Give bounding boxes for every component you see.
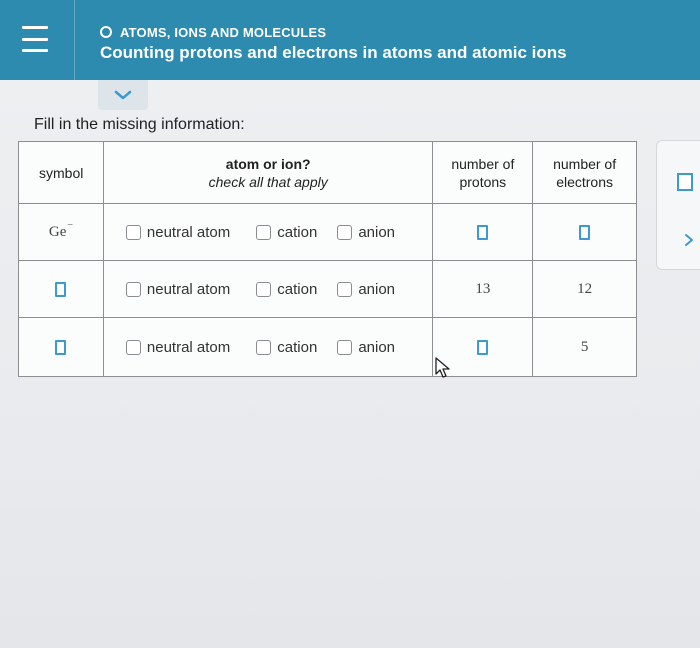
cation-checkbox[interactable] — [256, 224, 272, 240]
header-electrons-line2: electrons — [556, 173, 613, 190]
neutral-atom-label: neutral atom — [146, 280, 231, 298]
neutral-atom-option[interactable]: neutral atom — [125, 280, 231, 298]
electrons-value: 5 — [580, 338, 589, 355]
electrons-cell: 12 — [532, 260, 637, 318]
instruction-text: Fill in the missing information: — [34, 116, 245, 133]
header-protons-line1: number of — [451, 155, 515, 172]
header-electrons: number of electrons — [532, 141, 637, 204]
header-protons: number of protons — [432, 141, 534, 204]
header-divider — [74, 0, 75, 80]
symbol-text: Ge — [48, 223, 67, 240]
choice-cell: neutral atom cation anion — [102, 260, 434, 318]
cation-checkbox[interactable] — [256, 339, 272, 355]
symbol-cell — [18, 317, 104, 377]
anion-checkbox[interactable] — [337, 281, 353, 297]
anion-option[interactable]: anion — [337, 339, 395, 356]
cation-label: cation — [277, 280, 318, 298]
anion-label: anion — [358, 223, 396, 241]
anion-label: anion — [358, 338, 396, 356]
neutral-atom-checkbox[interactable] — [125, 339, 141, 355]
header-bar: ATOMS, IONS AND MOLECULES Counting proto… — [0, 0, 700, 80]
symbol-input[interactable] — [55, 339, 67, 355]
cation-option[interactable]: cation — [256, 224, 317, 241]
hamburger-menu-icon[interactable] — [22, 26, 48, 52]
anion-option[interactable]: anion — [337, 224, 395, 241]
neutral-atom-checkbox[interactable] — [125, 281, 141, 297]
protons-cell — [432, 203, 534, 261]
header-protons-line2: protons — [459, 173, 507, 190]
table-header-row: symbol atom or ion? check all that apply… — [18, 141, 637, 204]
anion-checkbox[interactable] — [337, 224, 353, 240]
anion-checkbox[interactable] — [337, 339, 353, 355]
side-input-box[interactable] — [677, 173, 693, 191]
protons-input[interactable] — [477, 339, 489, 355]
mouse-pointer-icon — [435, 357, 450, 378]
cation-checkbox[interactable] — [256, 281, 272, 297]
answer-table: symbol atom or ion? check all that apply… — [18, 141, 637, 377]
anion-label: anion — [358, 280, 396, 298]
protons-cell: 13 — [432, 260, 534, 318]
cation-option[interactable]: cation — [256, 339, 317, 356]
cation-label: cation — [277, 223, 318, 241]
cation-label: cation — [277, 338, 318, 356]
circle-icon — [100, 26, 112, 38]
protons-value: 13 — [475, 280, 491, 297]
neutral-atom-checkbox[interactable] — [125, 224, 141, 240]
neutral-atom-label: neutral atom — [146, 338, 231, 356]
choice-cell: neutral atom cation anion — [102, 317, 434, 377]
neutral-atom-option[interactable]: neutral atom — [125, 338, 231, 356]
protons-input[interactable] — [477, 224, 489, 240]
collapse-toggle-button[interactable] — [98, 80, 148, 110]
chevron-down-icon — [114, 90, 132, 100]
header-symbol: symbol — [18, 141, 104, 204]
cation-option[interactable]: cation — [256, 281, 317, 298]
table-row: Ge− neutral atom cation anion — [18, 203, 637, 261]
side-tools-panel[interactable] — [656, 140, 700, 270]
header-check-all: check all that apply — [208, 173, 328, 190]
electrons-cell: 5 — [532, 317, 637, 377]
table-row: neutral atom cation anion 5 — [18, 317, 637, 377]
neutral-atom-label: neutral atom — [146, 223, 231, 241]
symbol-cell: Ge− — [18, 203, 104, 261]
table-row: neutral atom cation anion 13 12 — [18, 260, 637, 318]
header-atom-or-ion: atom or ion? check all that apply — [102, 141, 434, 204]
lesson-title: Counting protons and electrons in atoms … — [100, 43, 567, 62]
anion-option[interactable]: anion — [337, 281, 395, 298]
electrons-input[interactable] — [579, 224, 591, 240]
choice-cell: neutral atom cation anion — [102, 203, 434, 261]
topic-label[interactable]: ATOMS, IONS AND MOLECULES — [100, 24, 326, 40]
electrons-cell — [532, 203, 637, 261]
header-atom-or-ion-title: atom or ion? — [225, 155, 311, 172]
neutral-atom-option[interactable]: neutral atom — [125, 223, 231, 241]
charge-superscript: − — [67, 219, 74, 231]
symbol-input[interactable] — [55, 281, 67, 297]
topic-text: ATOMS, IONS AND MOLECULES — [120, 24, 327, 40]
header-electrons-line1: number of — [553, 155, 617, 172]
chevron-right-icon[interactable] — [683, 233, 695, 247]
electrons-value: 12 — [577, 280, 593, 297]
symbol-cell — [18, 260, 104, 318]
